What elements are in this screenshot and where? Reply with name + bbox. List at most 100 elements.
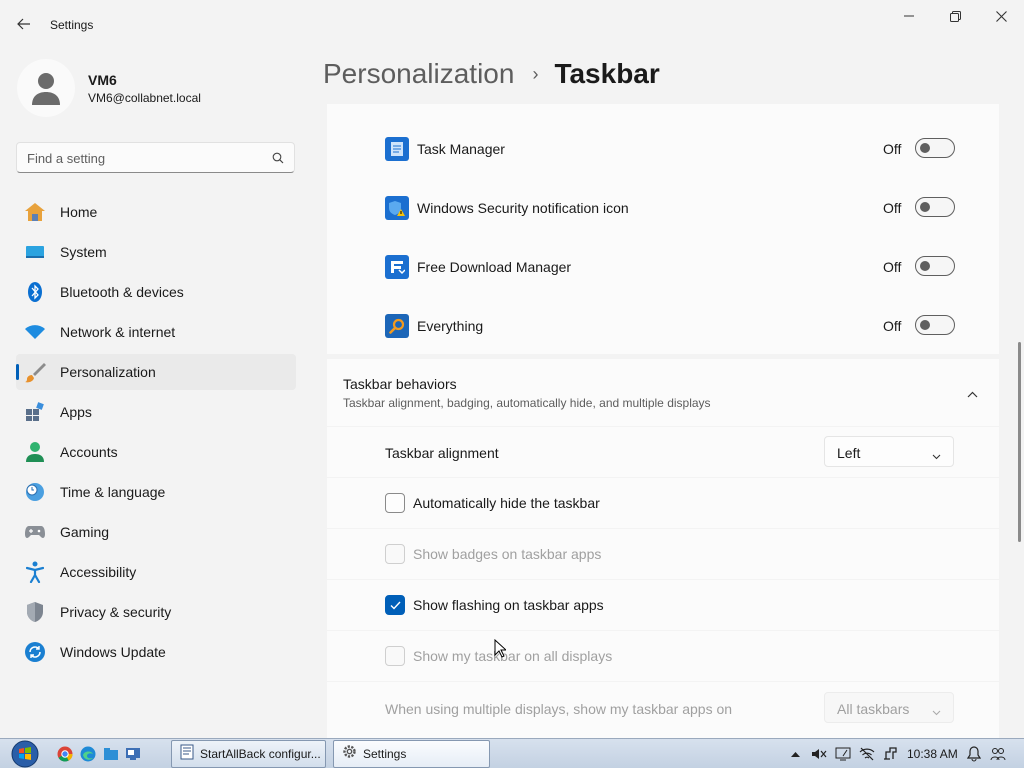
remote-desktop-icon[interactable] <box>124 745 142 763</box>
clock-globe-icon <box>24 481 46 503</box>
everything-toggle[interactable] <box>915 315 955 335</box>
startallback-icon <box>180 744 194 765</box>
sidebar-item-label: Accessibility <box>60 564 137 580</box>
section-title: Taskbar behaviors <box>343 376 457 392</box>
search-input[interactable] <box>27 149 267 167</box>
sidebar-item-accessibility[interactable]: Accessibility <box>16 554 296 590</box>
close-button[interactable] <box>978 4 1024 28</box>
taskbar-button-label: StartAllBack configur... <box>200 747 321 761</box>
accessibility-icon <box>24 561 46 583</box>
taskbar-clock[interactable]: 10:38 AM <box>907 747 958 761</box>
chevron-up-icon[interactable] <box>967 385 978 403</box>
dropdown-value: All taskbars <box>837 701 910 717</box>
sidebar-item-personalization[interactable]: Personalization <box>16 354 296 390</box>
dropdown-value: Left <box>837 445 861 461</box>
network-disconnected-icon[interactable] <box>858 745 876 763</box>
windows-security-toggle[interactable] <box>915 197 955 217</box>
autohide-checkbox[interactable] <box>385 493 405 513</box>
sidebar-item-label: Gaming <box>60 524 110 540</box>
scrollbar-thumb[interactable] <box>1018 342 1021 542</box>
action-center-icon[interactable] <box>834 745 852 763</box>
badges-label: Show badges on taskbar apps <box>413 546 602 562</box>
sidebar-item-apps[interactable]: Apps <box>16 394 296 430</box>
search-box[interactable] <box>16 142 295 173</box>
avatar[interactable] <box>17 59 75 117</box>
volume-muted-icon[interactable] <box>810 745 828 763</box>
sidebar-item-accounts[interactable]: Accounts <box>16 434 296 470</box>
show-hidden-icons-icon[interactable] <box>786 745 804 763</box>
taskbar-button-startallback[interactable]: StartAllBack configur... <box>171 740 326 768</box>
breadcrumb-parent-link[interactable]: Personalization <box>323 58 514 90</box>
sidebar-item-label: Network & internet <box>60 324 176 340</box>
people-icon[interactable] <box>989 745 1007 763</box>
tray-app-label: Task Manager <box>417 141 505 157</box>
flashing-row: Show flashing on taskbar apps <box>327 580 999 630</box>
flashing-label: Show flashing on taskbar apps <box>413 597 604 613</box>
toggle-state-label: Off <box>883 200 902 216</box>
multi-display-label: When using multiple displays, show my ta… <box>385 701 733 717</box>
taskbar: StartAllBack configur... Settings 10:38 … <box>0 738 1024 768</box>
multi-display-dropdown[interactable]: All taskbars <box>824 692 954 723</box>
back-button[interactable] <box>12 10 36 38</box>
sidebar-item-label: Home <box>60 204 98 220</box>
tray-app-label: Windows Security notification icon <box>417 200 629 216</box>
toggle-knob <box>920 261 930 271</box>
taskbar-button-label: Settings <box>363 747 407 761</box>
chrome-icon[interactable] <box>56 745 74 763</box>
notification-bell-icon[interactable] <box>965 745 983 763</box>
free-download-manager-toggle[interactable] <box>915 256 955 276</box>
tray-apps-card: Task Manager Off Windows Security notifi… <box>327 104 999 354</box>
autohide-label: Automatically hide the taskbar <box>413 495 600 511</box>
search-icon[interactable] <box>272 151 284 169</box>
sidebar-item-label: Apps <box>60 404 92 420</box>
tray-app-label: Free Download Manager <box>417 259 572 275</box>
sidebar-item-system[interactable]: System <box>16 234 296 270</box>
app-title: Settings <box>50 18 94 32</box>
sidebar-item-label: Accounts <box>60 444 118 460</box>
minimize-icon <box>904 15 914 17</box>
multi-display-row: When using multiple displays, show my ta… <box>327 682 999 738</box>
update-icon <box>24 641 46 663</box>
badges-checkbox[interactable] <box>385 544 405 564</box>
wifi-icon <box>24 321 46 343</box>
toggle-state-label: Off <box>883 141 902 157</box>
toggle-knob <box>920 320 930 330</box>
all-displays-checkbox[interactable] <box>385 646 405 666</box>
profile-email: VM6@collabnet.local <box>88 91 201 105</box>
profile-name: VM6 <box>88 72 117 88</box>
start-button[interactable] <box>6 740 44 768</box>
edge-icon[interactable] <box>79 745 97 763</box>
task-manager-toggle[interactable] <box>915 138 955 158</box>
chevron-down-icon <box>932 447 941 465</box>
flashing-checkbox[interactable] <box>385 595 405 615</box>
restore-icon <box>949 10 961 22</box>
apps-icon <box>24 401 46 423</box>
restore-button[interactable] <box>932 4 978 28</box>
sidebar-item-home[interactable]: Home <box>16 194 296 230</box>
gamepad-icon <box>24 521 46 543</box>
cable-icon[interactable] <box>882 745 900 763</box>
ie-folder-icon[interactable] <box>102 745 120 763</box>
taskbar-behaviors-header[interactable]: Taskbar behaviors Taskbar alignment, bad… <box>327 359 999 426</box>
sidebar-item-network[interactable]: Network & internet <box>16 314 296 350</box>
toggle-state-label: Off <box>883 318 902 334</box>
checkmark-icon <box>390 601 401 610</box>
chevron-down-icon <box>932 703 941 721</box>
mouse-cursor-icon <box>494 638 508 663</box>
sidebar-item-gaming[interactable]: Gaming <box>16 514 296 550</box>
sidebar-item-privacy-security[interactable]: Privacy & security <box>16 594 296 630</box>
sidebar-item-time-language[interactable]: Time & language <box>16 474 296 510</box>
minimize-button[interactable] <box>886 4 932 28</box>
tray-app-label: Everything <box>417 318 484 334</box>
person-icon <box>32 73 60 105</box>
autohide-row: Automatically hide the taskbar <box>327 478 999 528</box>
toggle-knob <box>920 143 930 153</box>
taskbar-alignment-dropdown[interactable]: Left <box>824 436 954 467</box>
breadcrumb: Personalization › Taskbar <box>323 58 660 90</box>
page-title: Taskbar <box>554 58 660 89</box>
sidebar-item-bluetooth[interactable]: Bluetooth & devices <box>16 274 296 310</box>
taskbar-button-settings[interactable]: Settings <box>333 740 490 768</box>
system-icon <box>24 241 46 263</box>
sidebar-item-label: Personalization <box>60 364 156 380</box>
sidebar-item-windows-update[interactable]: Windows Update <box>16 634 296 670</box>
